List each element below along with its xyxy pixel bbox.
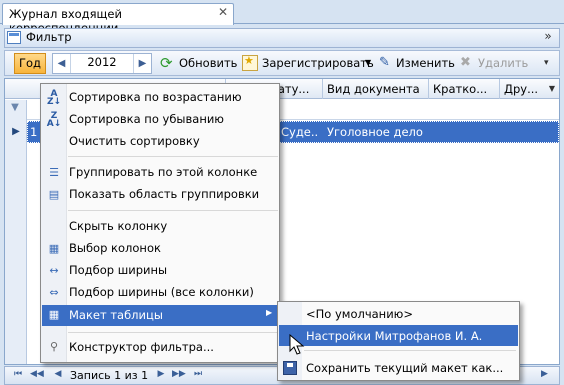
refresh-button[interactable]: Обновить <box>179 56 237 70</box>
menu-separator <box>68 210 278 211</box>
record-counter: Запись 1 из 1 <box>70 369 149 382</box>
menu-item-filter-editor[interactable]: Конструктор фильтра... <box>42 337 278 358</box>
close-icon[interactable]: ✕ <box>216 6 230 20</box>
chevron-left-icon[interactable]: ◀ <box>53 54 71 73</box>
menu-item-best-fit[interactable]: Подбор ширины <box>42 260 278 281</box>
menu-separator <box>304 350 516 351</box>
next-page-icon[interactable]: ▶▶ <box>172 369 186 379</box>
menu-item-clear-sorting[interactable]: Очистить сортировку <box>42 131 278 152</box>
cell-doc-type[interactable]: Уголовное дело <box>327 125 427 139</box>
column-header-summary[interactable]: Кратко... <box>428 79 499 99</box>
menu-item-column-chooser[interactable]: Выбор колонок <box>42 238 278 259</box>
scroll-down-icon[interactable]: ▼ <box>546 80 558 98</box>
menu-item-best-fit-all[interactable]: Подбор ширины (все колонки) <box>42 282 278 303</box>
delete-icon: ✖ <box>460 55 471 70</box>
menu-separator <box>68 332 278 333</box>
mouse-pointer-icon <box>289 334 305 355</box>
row-pointer-icon: ▶ <box>12 126 20 137</box>
prev-page-icon[interactable]: ◀◀ <box>30 369 44 379</box>
chevron-right-icon[interactable]: ▶ <box>133 54 151 73</box>
menu-item-show-group-panel[interactable]: Показать область группировки <box>42 184 278 205</box>
next-record-icon[interactable]: ▶ <box>155 369 167 379</box>
menu-item-hide-column[interactable]: Скрыть колонку <box>42 216 278 237</box>
last-record-icon[interactable]: ⏭ <box>192 369 204 379</box>
toolbar-overflow-icon[interactable]: ▾ <box>544 58 549 68</box>
chevron-double-down-icon[interactable]: » <box>540 29 556 45</box>
register-icon[interactable] <box>242 54 258 71</box>
row-number: 1 <box>30 125 38 139</box>
edit-icon[interactable]: ✎ <box>379 55 395 71</box>
cell-registrar[interactable]: Суде... <box>281 125 319 139</box>
menu-item-table-layout[interactable]: Макет таблицы <box>42 305 278 326</box>
submenu-item-save-layout-as[interactable]: Сохранить текущий макет как... <box>279 358 518 378</box>
filter-label: Фильтр <box>26 30 72 44</box>
chevron-right-icon[interactable]: ▶ <box>541 369 548 379</box>
menu-item-sort-ascending[interactable]: Сортировка по возрастанию <box>42 87 278 108</box>
submenu-item-default-layout[interactable]: <По умолчанию> <box>279 304 518 324</box>
register-button[interactable]: Зарегистрировать <box>262 56 374 70</box>
filter-panel-icon <box>7 31 21 44</box>
filter-bar[interactable] <box>4 28 560 48</box>
refresh-icon[interactable]: ⟳ <box>160 55 176 71</box>
column-header-other[interactable]: Дру... <box>499 79 545 99</box>
tab-incoming-journal[interactable]: Журнал входящей корреспонденции <box>2 3 234 35</box>
menu-item-group-by-column[interactable]: Группировать по этой колонке <box>42 162 278 183</box>
funnel-icon: ▼ <box>11 102 19 113</box>
submenu-arrow-icon: ▶ <box>266 308 273 317</box>
menu-separator <box>68 156 278 157</box>
year-button[interactable]: Год <box>14 53 46 74</box>
first-record-icon[interactable]: ⏮ <box>12 369 24 379</box>
prev-record-icon[interactable]: ◀ <box>52 369 64 379</box>
edit-button[interactable]: Изменить <box>396 56 455 70</box>
delete-button: Удалить <box>478 56 529 70</box>
column-header-doc-type[interactable]: Вид документа <box>322 79 428 99</box>
year-value[interactable]: 2012 <box>71 55 133 69</box>
menu-item-sort-descending[interactable]: Сортировка по убыванию <box>42 109 278 130</box>
submenu-item-user-layout[interactable]: Настройки Митрофанов И. А. <box>279 326 518 346</box>
caret-down-icon[interactable]: ▼ <box>365 58 371 67</box>
